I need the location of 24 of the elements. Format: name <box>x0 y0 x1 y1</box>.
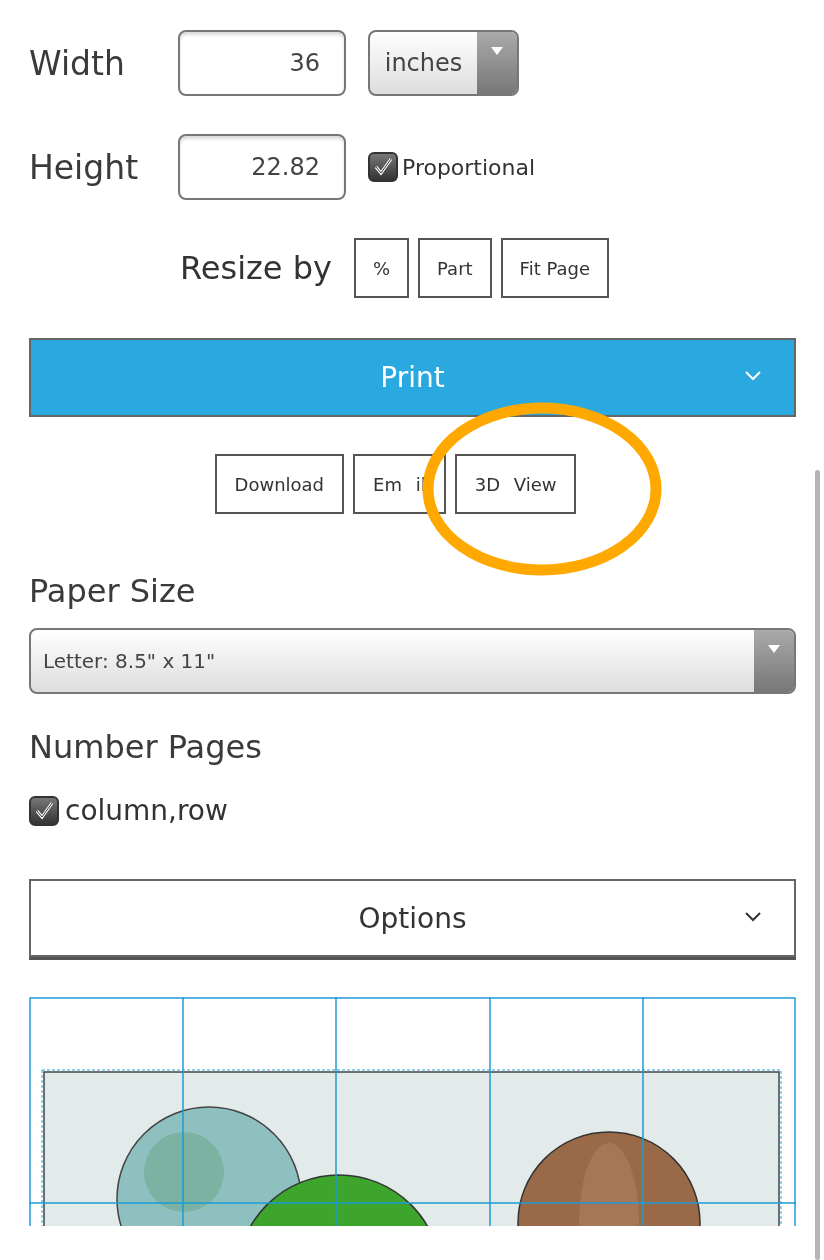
checkmark-icon <box>372 156 394 178</box>
proportional-checkbox[interactable] <box>368 152 398 182</box>
paper-size-dropdown[interactable]: Letter: 8.5" x 11" <box>29 628 796 694</box>
checkmark-icon <box>33 799 55 822</box>
proportional-label: Proportional <box>402 154 536 180</box>
number-pages-label: Number Pages <box>29 728 263 766</box>
caret-icon <box>767 644 781 654</box>
paper-size-label: Paper Size <box>29 572 197 610</box>
action-button[interactable]: Download <box>214 454 345 514</box>
number-pages-option: column,row <box>65 794 228 827</box>
resize-button[interactable]: Part <box>418 238 492 298</box>
resize-button[interactable]: % <box>353 238 410 298</box>
options-button[interactable]: Options <box>29 879 796 957</box>
action-button[interactable]: 3D View <box>454 454 577 514</box>
scrollbar[interactable] <box>815 470 820 1260</box>
resize-button[interactable]: Fit Page <box>500 238 609 298</box>
height-input[interactable]: 22.82 <box>178 134 346 200</box>
height-label: Height <box>29 147 140 187</box>
unit-dropdown[interactable]: inches <box>368 30 519 96</box>
width-label: Width <box>29 43 126 83</box>
width-input[interactable]: 36 <box>178 30 346 96</box>
caret-icon <box>490 46 504 56</box>
number-pages-checkbox[interactable] <box>29 795 59 826</box>
resize-by-label: Resize by <box>180 249 332 287</box>
